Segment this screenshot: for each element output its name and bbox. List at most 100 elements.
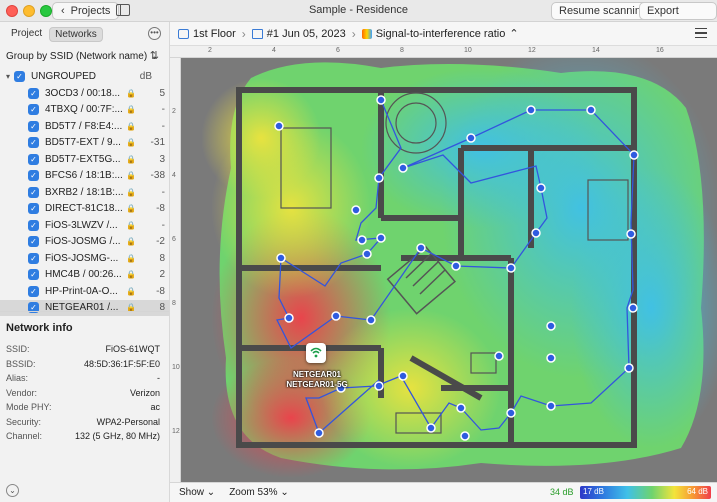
info-key: Vendor: bbox=[6, 387, 38, 398]
app-window: ‹ Projects Sample - Residence Resume sca… bbox=[0, 0, 717, 502]
more-options-icon[interactable]: ••• bbox=[148, 27, 161, 40]
info-key: Alias: bbox=[6, 373, 29, 383]
info-value: ac bbox=[150, 402, 160, 412]
info-row: Vendor: Verizon bbox=[6, 388, 160, 403]
db-column-header: dB bbox=[139, 70, 152, 82]
filter-sliders-icon[interactable] bbox=[695, 28, 707, 39]
network-checkbox[interactable]: ✓ bbox=[28, 269, 39, 281]
color-legend[interactable]: 17 dB 64 dB bbox=[580, 486, 711, 499]
network-checkbox[interactable]: ✓ bbox=[28, 219, 39, 231]
network-row[interactable]: ✓ HP-Print-0A-O... 🔒 -8 bbox=[0, 283, 169, 300]
export-report-button[interactable]: Export report... bbox=[639, 2, 717, 33]
ruler-left: 2 4 6 8 10 12 bbox=[170, 58, 181, 482]
ruler-tick-label: 6 bbox=[336, 47, 340, 54]
info-value: - bbox=[157, 373, 160, 383]
network-checkbox[interactable]: ✓ bbox=[28, 137, 39, 149]
lock-icon: 🔒 bbox=[126, 253, 136, 263]
legend-high-value: 64 dB bbox=[687, 487, 708, 496]
network-checkbox[interactable]: ✓ bbox=[28, 285, 39, 297]
info-row: Security: WPA2-Personal bbox=[6, 417, 160, 432]
ruler-tick-label: 2 bbox=[172, 108, 176, 115]
network-name: BD5T7-EXT / 9... bbox=[45, 137, 121, 149]
lock-icon: 🔒 bbox=[126, 187, 136, 197]
network-checkbox[interactable]: ✓ bbox=[28, 153, 39, 165]
info-key: Channel: bbox=[6, 431, 43, 441]
network-list: ✓ 3OCD3 / 00:18... 🔒 5 ✓ 4TBXQ / 00:7F:... 🔒 - ✓… bbox=[0, 85, 169, 316]
info-value: WPA2-Personal bbox=[96, 416, 160, 427]
info-row: SSID: FiOS-61WQT bbox=[6, 344, 160, 359]
lock-icon: 🔒 bbox=[126, 237, 136, 247]
network-row[interactable]: ✓ NETGEAR01 /... 🔒 8 bbox=[0, 299, 169, 316]
zoom-label: Zoom 53% bbox=[229, 487, 278, 498]
network-checkbox[interactable]: ✓ bbox=[28, 120, 39, 132]
network-checkbox[interactable]: ✓ bbox=[28, 252, 39, 264]
ungrouped-header[interactable]: ▾ ✓ UNGROUPED dB bbox=[6, 69, 166, 83]
info-row: BSSID: 48:5D:36:1F:5F:E0 bbox=[6, 359, 160, 374]
network-checkbox[interactable]: ✓ bbox=[28, 186, 39, 198]
sort-icon[interactable]: ⇅ bbox=[150, 49, 159, 62]
ap-label-secondary: NETGEAR01-5G bbox=[286, 380, 348, 389]
show-menu[interactable]: Show ⌄ bbox=[179, 487, 215, 498]
info-key: SSID: bbox=[6, 344, 30, 354]
network-name: HP-Print-0A-O... bbox=[45, 285, 118, 297]
network-row[interactable]: ✓ FiOS-JOSMG /... 🔒 -2 bbox=[0, 234, 169, 251]
zoom-menu[interactable]: Zoom 53% ⌄ bbox=[229, 487, 289, 498]
network-name: BFCS6 / 18:1B:... bbox=[45, 170, 123, 182]
network-row[interactable]: ✓ 4TBXQ / 00:7F:... 🔒 - bbox=[0, 102, 169, 119]
lock-icon: 🔒 bbox=[126, 154, 136, 164]
ruler-tick-label: 4 bbox=[272, 47, 276, 54]
network-name: 3OCD3 / 00:18... bbox=[45, 87, 121, 99]
network-row[interactable]: ✓ 3OCD3 / 00:18... 🔒 5 bbox=[0, 85, 169, 102]
network-db: - bbox=[161, 120, 165, 132]
ungrouped-checkbox[interactable]: ✓ bbox=[14, 70, 25, 82]
tab-project[interactable]: Project bbox=[6, 27, 47, 42]
network-checkbox[interactable]: ✓ bbox=[28, 203, 39, 215]
network-row[interactable]: ✓ FiOS-JOSMG-... 🔒 8 bbox=[0, 250, 169, 267]
network-checkbox[interactable]: ✓ bbox=[28, 104, 39, 116]
network-name: FiOS-JOSMG-... bbox=[45, 252, 119, 264]
network-name: BD5T7 / F8:E4:... bbox=[45, 120, 123, 132]
network-row[interactable]: ✓ BD5T7 / F8:E4:... 🔒 - bbox=[0, 118, 169, 135]
scan-crumb[interactable]: #1 Jun 05, 2023 bbox=[251, 28, 346, 40]
info-value: 132 (5 GHz, 80 MHz) bbox=[74, 431, 160, 441]
network-checkbox[interactable]: ✓ bbox=[28, 87, 39, 99]
network-checkbox[interactable]: ✓ bbox=[28, 236, 39, 248]
group-by-label: Group by SSID (Network name) bbox=[6, 51, 148, 62]
ruler-tick-label: 4 bbox=[172, 172, 176, 179]
network-row[interactable]: ✓ BD5T7-EXT5G... 🔒 3 bbox=[0, 151, 169, 168]
group-by-select[interactable]: Group by SSID (Network name) ⌄ bbox=[6, 51, 158, 62]
status-bar: Show ⌄ Zoom 53% ⌄ 34 dB 17 dB 64 dB bbox=[170, 482, 717, 502]
up-down-chevron-icon: ⌃ bbox=[509, 28, 519, 40]
network-row[interactable]: ✓ BFCS6 / 18:1B:... 🔒 -38 bbox=[0, 168, 169, 185]
chevron-right-icon: › bbox=[351, 26, 356, 41]
legend-low-value: 17 dB bbox=[583, 487, 604, 496]
network-db: 2 bbox=[159, 269, 165, 281]
network-row[interactable]: ✓ BXRB2 / 18:1B:... 🔒 - bbox=[0, 184, 169, 201]
disclosure-down-icon[interactable]: ▾ bbox=[6, 72, 14, 81]
ruler-top: 2 4 6 8 10 12 14 16 bbox=[170, 46, 717, 58]
floor-plan-canvas[interactable]: NETGEAR01 NETGEAR01-5G bbox=[181, 58, 717, 482]
ungrouped-label: UNGROUPED bbox=[31, 70, 97, 82]
network-row[interactable]: ✓ FiOS-3LWZV /... 🔒 - bbox=[0, 217, 169, 234]
network-info-table: SSID: FiOS-61WQT BSSID: 48:5D:36:1F:5F:E0 Al… bbox=[6, 344, 160, 446]
floor-crumb[interactable]: 1st Floor bbox=[178, 28, 236, 40]
ruler-tick-label: 16 bbox=[656, 47, 664, 54]
info-value: Verizon bbox=[129, 387, 160, 398]
network-checkbox[interactable]: ✓ bbox=[28, 170, 39, 182]
collapse-chevron-icon[interactable]: ⌄ bbox=[6, 484, 19, 497]
sidebar-tabs: Project Networks bbox=[6, 27, 103, 42]
tab-networks[interactable]: Networks bbox=[49, 27, 103, 42]
network-name: 4TBXQ / 00:7F:... bbox=[45, 104, 123, 116]
info-row: Mode PHY: ac bbox=[6, 402, 160, 417]
network-row[interactable]: ✓ HMC4B / 00:26... 🔒 2 bbox=[0, 267, 169, 284]
legend-threshold: 34 dB bbox=[550, 487, 574, 497]
network-row[interactable]: ✓ BD5T7-EXT / 9... 🔒 -31 bbox=[0, 135, 169, 152]
titlebar: ‹ Projects Sample - Residence Resume sca… bbox=[0, 0, 717, 33]
network-name: BD5T7-EXT5G... bbox=[45, 153, 121, 165]
network-db: - bbox=[161, 104, 165, 116]
ruler-tick-label: 8 bbox=[400, 47, 404, 54]
network-row[interactable]: ✓ DIRECT-81C18... 🔒 -8 bbox=[0, 201, 169, 218]
visualization-select[interactable]: Signal-to-interference ratio ⌃ bbox=[361, 27, 519, 40]
access-point-marker[interactable] bbox=[306, 343, 326, 363]
network-db: 3 bbox=[159, 153, 165, 165]
